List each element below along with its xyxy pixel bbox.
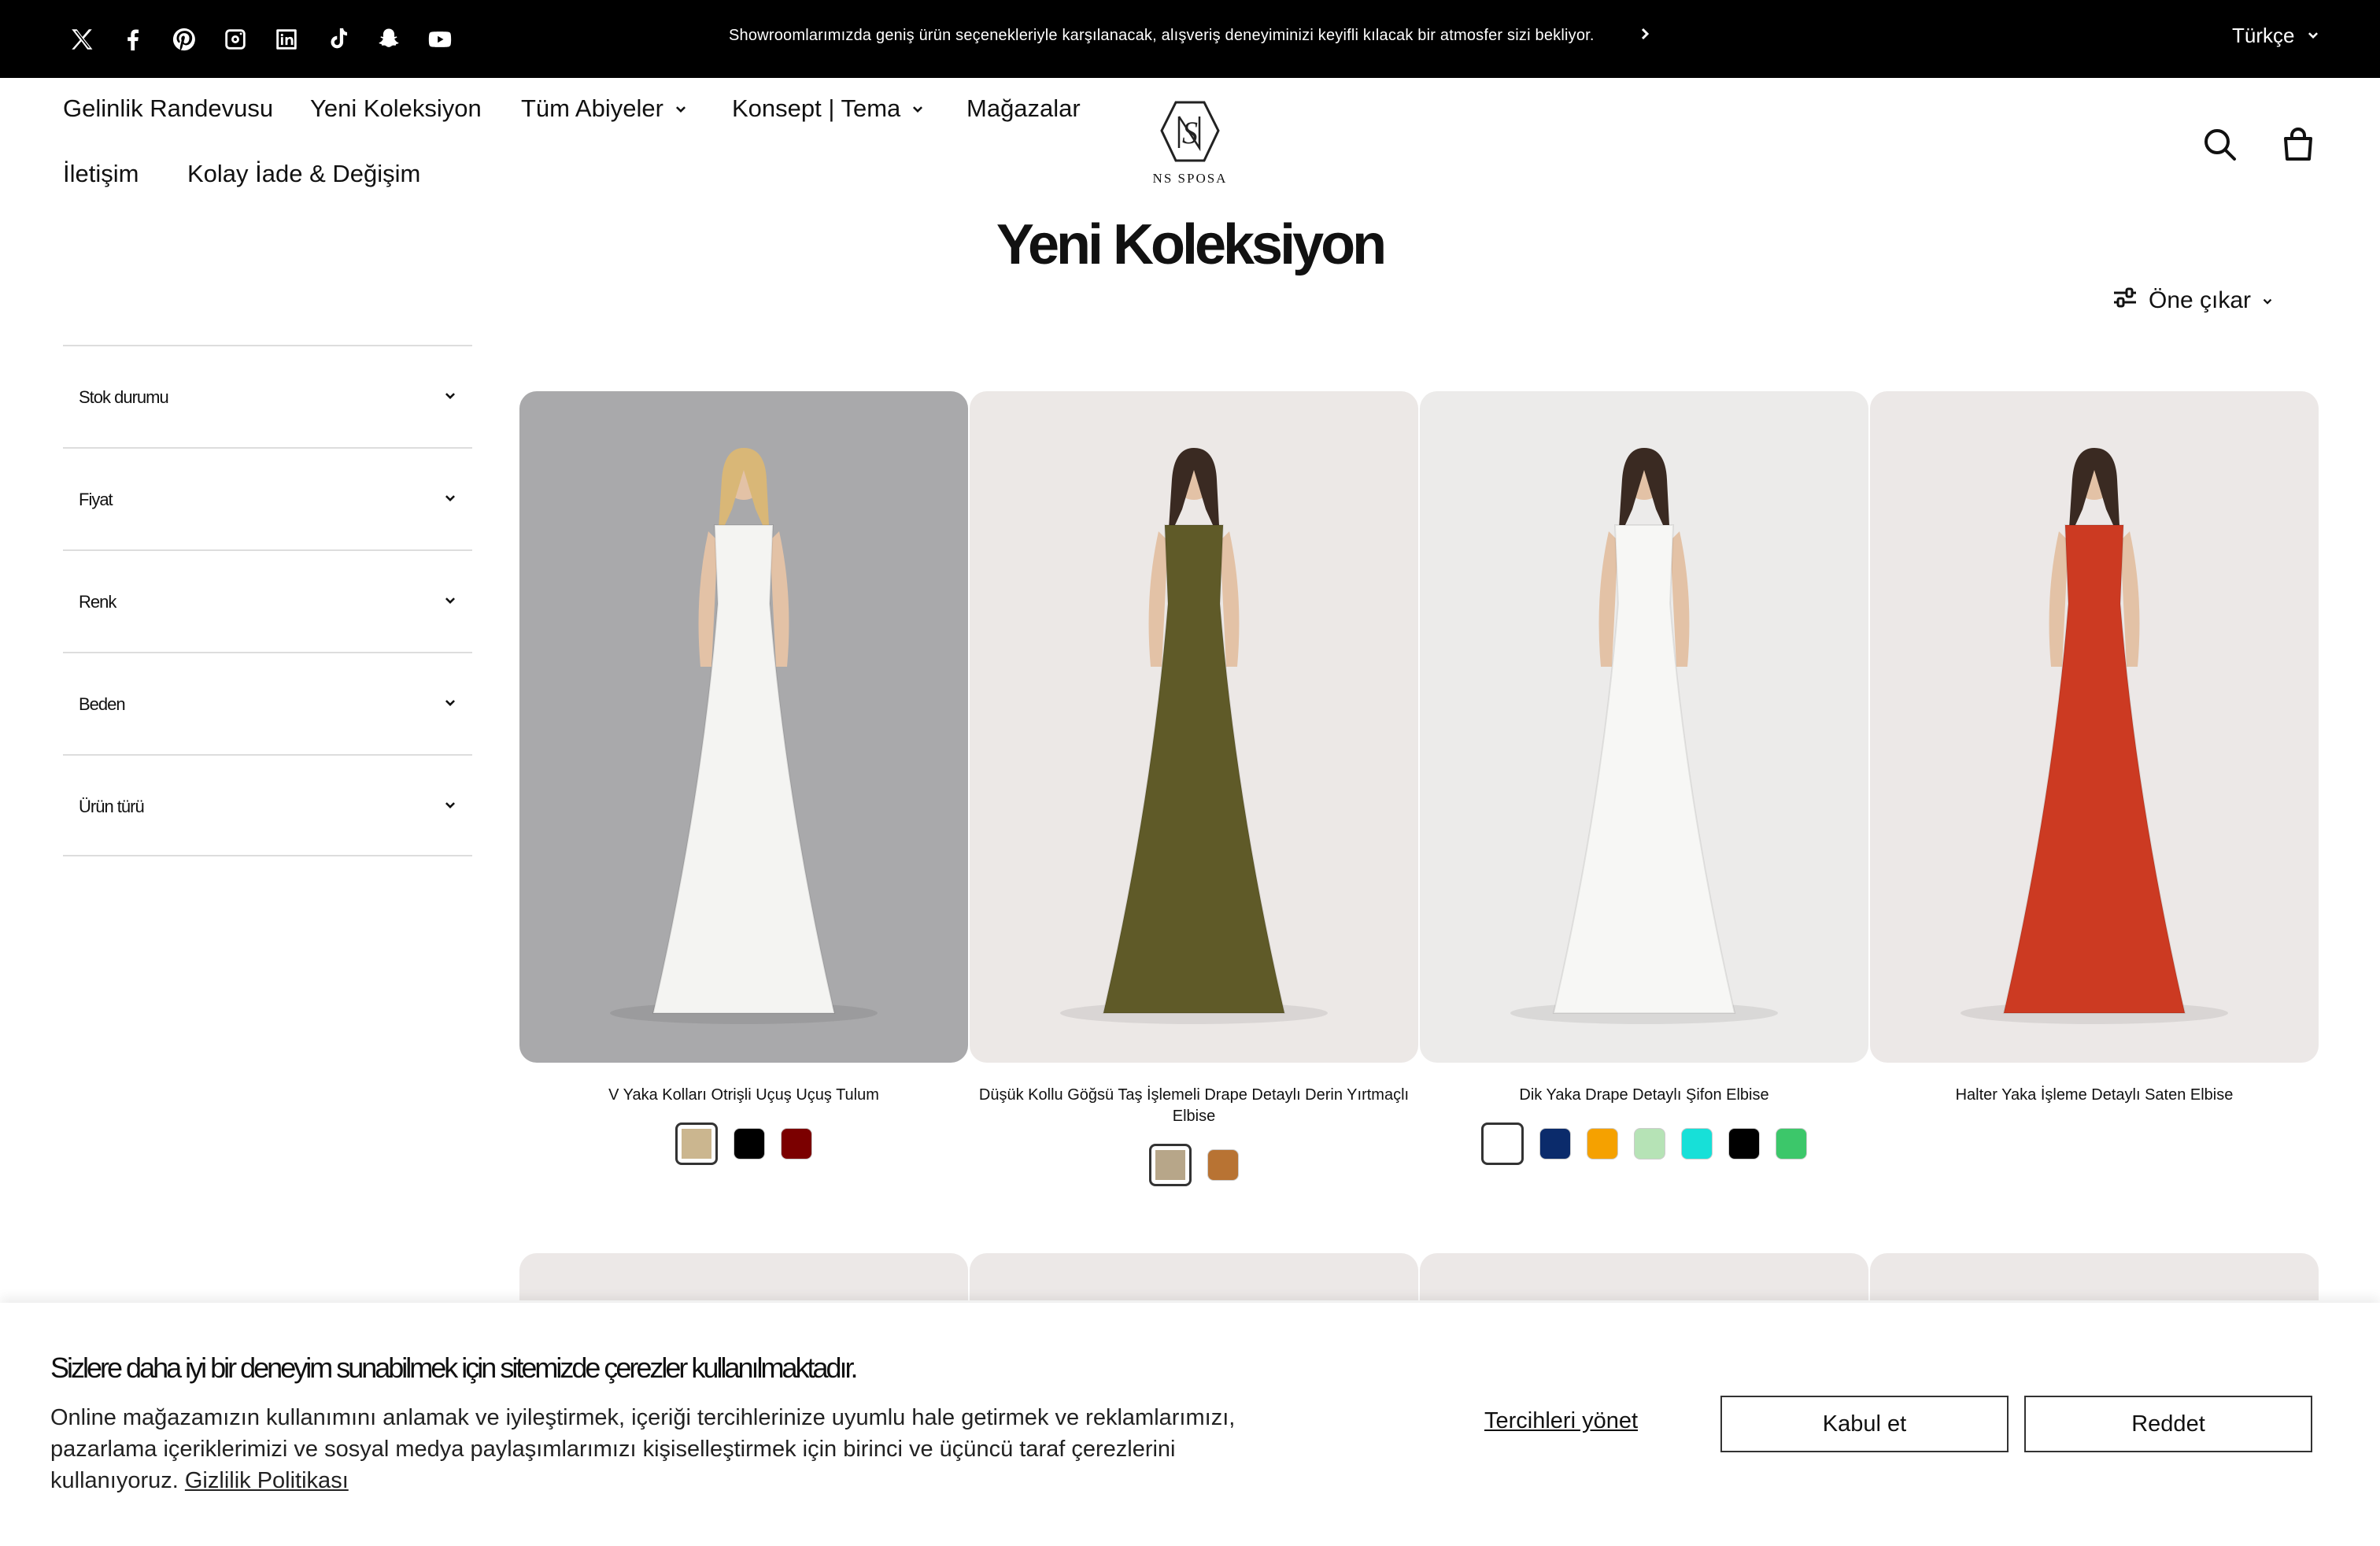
product-title[interactable]: V Yaka Kolları Otrişli Uçuş Uçuş Tulum xyxy=(519,1085,968,1106)
linkedin-icon[interactable] xyxy=(271,24,302,55)
youtube-icon[interactable] xyxy=(424,24,456,55)
nav-item-label: Gelinlik Randevusu xyxy=(63,94,274,122)
product-card[interactable]: Düşük Kollu Göğsü Taş İşlemeli Drape Det… xyxy=(970,391,1418,1186)
product-card-next-row[interactable] xyxy=(1420,1253,1868,1300)
announcement-bar: Showroomlarımızda geniş ürün seçenekleri… xyxy=(0,0,2380,78)
color-swatch[interactable] xyxy=(1634,1128,1665,1160)
nav-item-yeni-koleksiyon[interactable]: Yeni Koleksiyon xyxy=(310,94,482,123)
chevron-down-icon xyxy=(911,94,924,123)
product-card-next-row[interactable] xyxy=(519,1253,968,1300)
page-title: Yeni Koleksiyon xyxy=(996,213,1387,276)
nav-item-iletisim[interactable]: İletişim xyxy=(63,160,139,188)
language-label: Türkçe xyxy=(2232,24,2295,47)
product-card[interactable]: V Yaka Kolları Otrişli Uçuş Uçuş Tulum xyxy=(519,391,968,1165)
filter-sidebar: Stok durumu Fiyat Renk Beden Ürün türü xyxy=(63,345,472,856)
filter-label: Renk xyxy=(79,592,116,612)
x-icon[interactable] xyxy=(66,24,98,55)
color-swatch[interactable] xyxy=(781,1128,812,1160)
product-image[interactable] xyxy=(1870,391,2319,1063)
nav-item-label: Kolay İade & Değişim xyxy=(187,160,421,187)
privacy-policy-link[interactable]: Gizlilik Politikası xyxy=(185,1468,349,1493)
color-swatch[interactable] xyxy=(675,1123,718,1165)
brand-logo[interactable]: S NS SPOSA xyxy=(1146,99,1234,187)
filter-renk[interactable]: Renk xyxy=(63,549,472,652)
nav-item-label: İletişim xyxy=(63,160,139,187)
tiktok-icon[interactable] xyxy=(322,24,353,55)
filter-beden[interactable]: Beden xyxy=(63,652,472,754)
chevron-down-icon xyxy=(2307,24,2319,48)
nav-item-label: Yeni Koleksiyon xyxy=(310,94,482,122)
color-swatch[interactable] xyxy=(1681,1128,1713,1160)
instagram-icon[interactable] xyxy=(220,24,251,55)
product-card-next-row[interactable] xyxy=(970,1253,1418,1300)
color-swatches xyxy=(1420,1123,1868,1165)
cookie-title: Sizlere daha iyi bir deneyim sunabilmek … xyxy=(50,1352,859,1384)
facebook-icon[interactable] xyxy=(117,24,149,55)
accept-cookies-button[interactable]: Kabul et xyxy=(1720,1396,2009,1452)
manage-preferences-link[interactable]: Tercihleri yönet xyxy=(1484,1408,1638,1434)
chevron-down-icon xyxy=(444,493,456,509)
filter-label: Fiyat xyxy=(79,490,113,509)
announcement-text[interactable]: Showroomlarımızda geniş ürün seçenekleri… xyxy=(729,27,1595,45)
product-title[interactable]: Halter Yaka İşleme Detaylı Saten Elbise xyxy=(1870,1085,2319,1106)
chevron-down-icon xyxy=(444,390,456,407)
product-title[interactable]: Dik Yaka Drape Detaylı Şifon Elbise xyxy=(1420,1085,1868,1106)
nav-item-label: Mağazalar xyxy=(966,94,1081,122)
pinterest-icon[interactable] xyxy=(168,24,200,55)
cart-icon[interactable] xyxy=(2279,126,2317,164)
sort-dropdown[interactable]: Öne çıkar xyxy=(2112,287,2273,315)
product-card[interactable]: Dik Yaka Drape Detaylı Şifon Elbise xyxy=(1420,391,1868,1165)
chevron-down-icon xyxy=(444,697,456,714)
chevron-right-icon[interactable] xyxy=(1637,26,1661,50)
language-selector[interactable]: Türkçe xyxy=(2232,24,2319,48)
search-icon[interactable] xyxy=(2201,126,2239,164)
reject-cookies-button[interactable]: Reddet xyxy=(2024,1396,2312,1452)
chevron-down-icon xyxy=(444,595,456,612)
nav-item-label: Konsept | Tema xyxy=(732,94,901,122)
social-links xyxy=(66,24,456,55)
nav-item-konsept-tema[interactable]: Konsept | Tema xyxy=(732,94,924,123)
nav-item-magazalar[interactable]: Mağazalar xyxy=(966,94,1081,123)
color-swatch[interactable] xyxy=(1207,1149,1239,1181)
cookie-body: Online mağazamızın kullanımını anlamak v… xyxy=(50,1402,1310,1496)
nav-item-kolay-iade[interactable]: Kolay İade & Değişim xyxy=(187,160,420,188)
color-swatch[interactable] xyxy=(1149,1144,1192,1186)
chevron-down-icon xyxy=(674,94,687,123)
nav-item-tum-abiyeler[interactable]: Tüm Abiyeler xyxy=(521,94,687,123)
nav-item-gelinlik-randevusu[interactable]: Gelinlik Randevusu xyxy=(63,94,273,123)
filter-stok-durumu[interactable]: Stok durumu xyxy=(63,345,472,447)
sort-label: Öne çıkar xyxy=(2149,287,2252,313)
nav-item-label: Tüm Abiyeler xyxy=(521,94,663,122)
filter-label: Ürün türü xyxy=(79,797,145,816)
cookie-banner: Sizlere daha iyi bir deneyim sunabilmek … xyxy=(0,1303,2380,1546)
snapchat-icon[interactable] xyxy=(373,24,405,55)
color-swatch[interactable] xyxy=(1481,1123,1524,1165)
filter-fiyat[interactable]: Fiyat xyxy=(63,447,472,549)
product-image[interactable] xyxy=(1420,391,1868,1063)
color-swatch[interactable] xyxy=(1776,1128,1807,1160)
product-card-next-row[interactable] xyxy=(1870,1253,2319,1300)
filter-label: Stok durumu xyxy=(79,387,169,407)
chevron-down-icon xyxy=(2262,287,2273,314)
color-swatch[interactable] xyxy=(1539,1128,1571,1160)
sliders-icon xyxy=(2112,287,2138,315)
color-swatches xyxy=(970,1144,1418,1186)
product-card[interactable]: Halter Yaka İşleme Detaylı Saten Elbise xyxy=(1870,391,2319,1128)
color-swatch[interactable] xyxy=(734,1128,765,1160)
logo-text: NS SPOSA xyxy=(1152,171,1228,186)
filter-label: Beden xyxy=(79,694,126,714)
chevron-down-icon xyxy=(444,800,456,816)
product-title[interactable]: Düşük Kollu Göğsü Taş İşlemeli Drape Det… xyxy=(970,1085,1418,1127)
logo-mark-icon: S xyxy=(1160,101,1220,162)
product-image[interactable] xyxy=(519,391,968,1063)
product-image[interactable] xyxy=(970,391,1418,1063)
color-swatch[interactable] xyxy=(1728,1128,1760,1160)
color-swatch[interactable] xyxy=(1587,1128,1618,1160)
color-swatches xyxy=(519,1123,968,1165)
filter-urun-turu[interactable]: Ürün türü xyxy=(63,754,472,856)
